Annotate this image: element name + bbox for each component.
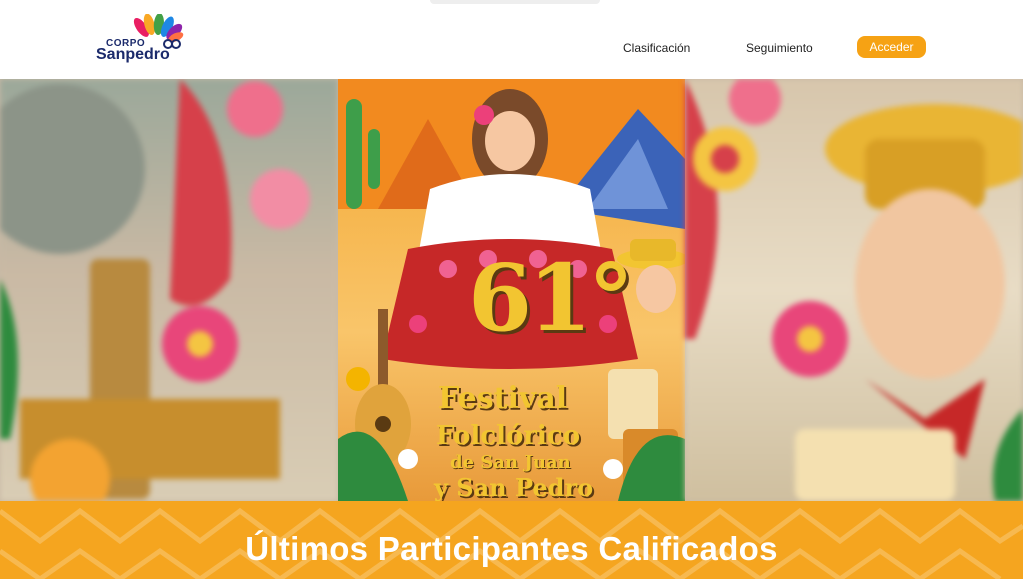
hero-banner: 61° Festival Folclórico de San Juan y Sa… [0, 79, 1023, 501]
poster-title-folclorico: Folclórico [436, 421, 581, 451]
recent-participants-banner: Últimos Participantes Calificados [0, 501, 1023, 579]
poster-title-de-san-juan: de San Juan [450, 452, 571, 473]
festival-poster: 61° Festival Folclórico de San Juan y Sa… [338, 79, 685, 501]
poster-title-festival: Festival [438, 381, 568, 416]
poster-edition-number: 61° [468, 244, 634, 352]
site-logo[interactable]: CORPO Sanpedro [96, 14, 186, 66]
hero-backdrop-left [0, 79, 338, 501]
hero-backdrop-right [685, 79, 1023, 501]
top-tab-handle [430, 0, 600, 4]
poster-title-y-san-pedro: y San Pedro [434, 473, 594, 501]
site-header: CORPO Sanpedro Clasificación Seguimiento… [0, 0, 1023, 79]
login-button[interactable]: Acceder [857, 36, 926, 58]
nav-link-clasificacion[interactable]: Clasificación [623, 41, 690, 55]
logo-text-sanpedro: Sanpedro [96, 46, 170, 63]
nav-link-seguimiento[interactable]: Seguimiento [746, 41, 813, 55]
section-title: Últimos Participantes Calificados [245, 530, 778, 567]
